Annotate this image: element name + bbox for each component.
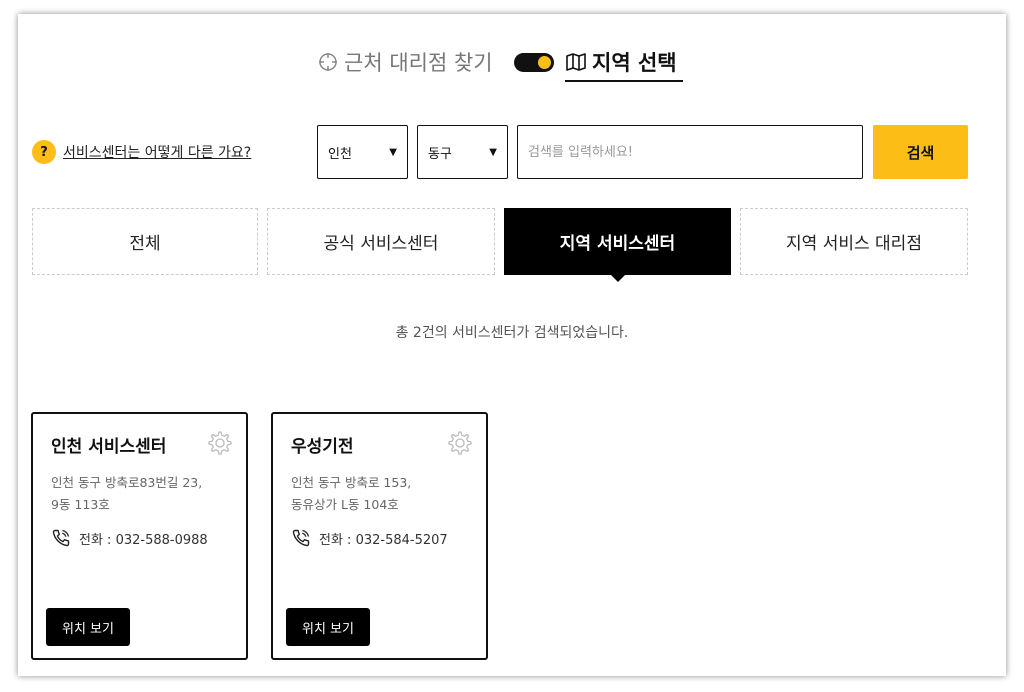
help-link-label: 서비스센터는 어떻게 다른 가요? — [63, 145, 252, 161]
tab-official-service-center[interactable]: 공식 서비스센터 — [267, 208, 495, 275]
tab-all[interactable]: 전체 — [32, 208, 258, 275]
tab-regional-service-center[interactable]: 지역 서비스센터 — [504, 208, 731, 282]
nearby-mode-label: 근처 대리점 찾기 — [344, 51, 493, 75]
phone-number: 전화 : 032-588-0988 — [79, 532, 208, 548]
result-count-text: 총 2건의 서비스센터가 검색되었습니다. — [395, 325, 629, 341]
phone-icon — [52, 529, 70, 547]
view-location-button[interactable]: 위치 보기 — [46, 608, 130, 646]
dropdown-arrow-icon: ▼ — [389, 147, 397, 158]
service-center-card: 우성기전 인천 동구 방축로 153, 동유상가 L동 104호 전화 : 03… — [271, 412, 488, 660]
card-phone: 전화 : 032-584-5207 — [291, 528, 448, 548]
mode-toggle-switch[interactable] — [514, 53, 554, 72]
store-finder-panel: 근처 대리점 찾기 지역 선택 ? 서비스센터는 어떻게 다른 가요? 인천 ▼… — [18, 14, 1006, 676]
region-mode-label: 지역 선택 — [592, 51, 677, 75]
map-icon — [566, 53, 586, 71]
address-line-2: 9동 113호 — [51, 497, 110, 512]
district-select[interactable]: 동구 ▼ — [417, 125, 508, 179]
gear-icon[interactable] — [446, 430, 472, 456]
crosshair-icon — [319, 53, 337, 71]
toggle-knob — [538, 56, 551, 69]
view-location-button[interactable]: 위치 보기 — [286, 608, 370, 646]
gear-icon[interactable] — [206, 430, 232, 456]
card-title: 인천 서비스센터 — [51, 437, 167, 457]
mode-toggle-row: 근처 대리점 찾기 지역 선택 — [18, 44, 1006, 84]
phone-icon — [292, 529, 310, 547]
district-select-value: 동구 — [428, 146, 452, 162]
address-line-1: 인천 동구 방축로 153, — [291, 475, 412, 490]
tab-regional-service-agency[interactable]: 지역 서비스 대리점 — [740, 208, 968, 275]
search-input[interactable] — [517, 125, 863, 179]
nearby-mode-option[interactable]: 근처 대리점 찾기 — [318, 47, 493, 77]
card-title: 우성기전 — [291, 437, 354, 457]
card-phone: 전화 : 032-588-0988 — [51, 528, 208, 548]
question-icon: ? — [32, 140, 56, 164]
city-select[interactable]: 인천 ▼ — [317, 125, 408, 179]
city-select-value: 인천 — [328, 146, 352, 162]
service-center-help-link[interactable]: ? 서비스센터는 어떻게 다른 가요? — [32, 140, 251, 164]
address-line-2: 동유상가 L동 104호 — [291, 497, 399, 512]
address-line-1: 인천 동구 방축로83번길 23, — [51, 475, 203, 490]
phone-number: 전화 : 032-584-5207 — [319, 532, 448, 548]
card-address: 인천 동구 방축로83번길 23, 9동 113호 — [51, 472, 236, 516]
card-address: 인천 동구 방축로 153, 동유상가 L동 104호 — [291, 472, 476, 516]
region-mode-option[interactable]: 지역 선택 — [565, 44, 683, 82]
service-center-card: 인천 서비스센터 인천 동구 방축로83번길 23, 9동 113호 전화 : … — [31, 412, 248, 660]
search-button[interactable]: 검색 — [873, 125, 968, 179]
dropdown-arrow-icon: ▼ — [489, 147, 497, 158]
